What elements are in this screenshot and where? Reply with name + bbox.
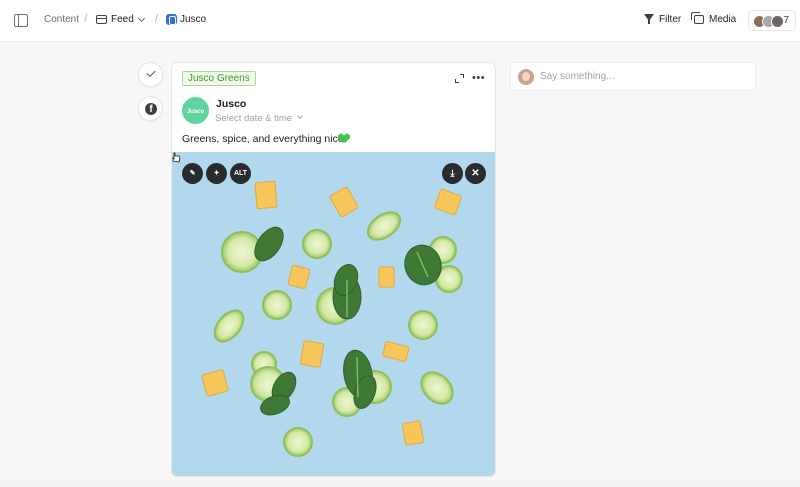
facebook-channel-button[interactable]: f [138,96,163,121]
more-options-icon[interactable]: ••• [472,72,485,84]
approve-button[interactable] [138,62,163,87]
filter-icon [644,14,654,24]
post-caption[interactable]: Greens, spice, and everything nice [182,133,344,145]
top-bar: Content / Feed / Jusco Filter Media 7 [0,0,800,42]
expand-icon[interactable] [455,74,464,83]
post-image[interactable]: ✎ ✦ ALT ⤓ ✕ [172,152,495,476]
filter-button[interactable]: Filter [659,14,681,25]
breadcrumb-separator: / [84,13,88,25]
download-icon[interactable]: ⤓ [442,163,463,184]
post-card: Jusco Greens ••• Jusco Jusco Select date… [171,62,496,477]
facebook-icon: f [145,103,157,115]
feed-icon [96,15,107,24]
breadcrumb-separator: / [155,13,159,25]
breadcrumb-jusco[interactable]: Jusco [180,14,206,25]
close-icon[interactable]: ✕ [465,163,486,184]
avatar [771,15,784,28]
comment-input[interactable]: Say something... [510,62,756,91]
sidebar-toggle-icon[interactable] [14,14,28,27]
chevron-down-icon[interactable] [297,113,303,119]
bottom-divider [0,481,800,487]
collaborators-count: 7 [783,15,789,26]
alt-text-button[interactable]: ALT [230,163,251,184]
account-name: Jusco [216,98,247,110]
user-avatar [518,69,534,85]
collaborators-button[interactable]: 7 [748,10,796,31]
edit-image-button[interactable]: ✎ [182,163,203,184]
food-photo [201,180,463,457]
date-time-select[interactable]: Select date & time [215,113,292,124]
post-tag[interactable]: Jusco Greens [182,71,256,86]
breadcrumb-content[interactable]: Content [44,14,79,25]
ai-magic-button[interactable]: ✦ [206,163,227,184]
breadcrumb-feed[interactable]: Feed [111,14,134,25]
brand-icon [166,14,177,25]
account-avatar: Jusco [182,97,209,124]
media-icon [691,12,704,24]
comment-placeholder: Say something... [540,71,615,82]
hand-cursor-icon [172,152,181,163]
chevron-down-icon[interactable] [137,14,146,23]
check-icon [146,67,156,78]
media-button[interactable]: Media [709,14,736,25]
green-heart-icon [339,134,349,143]
